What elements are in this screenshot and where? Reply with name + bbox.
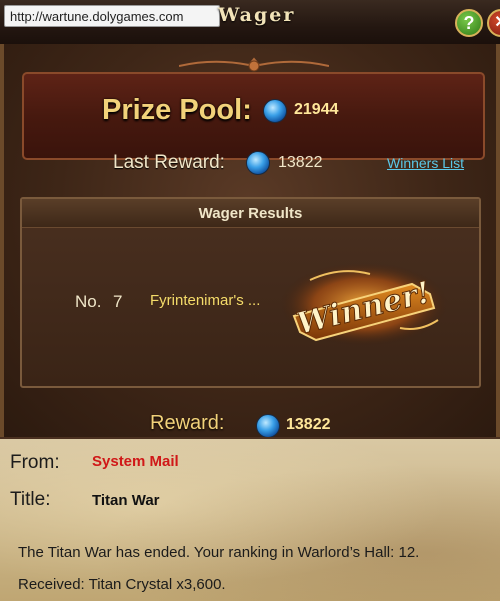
winners-list-link[interactable]: Winners List [387,155,464,171]
title-label: Title: [10,489,51,510]
prize-pool-box [22,72,485,160]
wager-results-title: Wager Results [198,205,303,222]
rank-label: No. [75,292,102,311]
last-reward-label: Last Reward: [113,152,225,173]
ornament-icon [179,57,329,72]
help-button[interactable]: ? [455,9,483,37]
from-value: System Mail [92,453,179,470]
mail-body: The Titan War has ended. Your ranking in… [18,544,420,593]
close-icon: ✕ [494,14,500,31]
rank-value: 7 [113,292,123,311]
wager-results-header: Wager Results [22,199,479,228]
url-label: http://wartune.dolygames.com [4,5,220,27]
title-bar: http://wartune.dolygames.com Wager ? ✕ [0,0,500,45]
winner-name: Fyrintenimar's ... [150,292,261,309]
crystal-icon [246,151,270,175]
last-reward-value: 13822 [278,154,323,171]
close-button[interactable]: ✕ [487,9,500,37]
from-label: From: [10,452,60,473]
title-value: Titan War [92,492,160,509]
help-icon: ? [463,13,475,33]
reward-value: 13822 [286,416,331,433]
prize-pool-value: 21944 [294,101,339,118]
window-title: Wager [218,4,296,26]
crystal-icon [256,414,280,438]
winner-badge-icon: Winner! [280,262,448,346]
prize-pool-label: Prize Pool: [102,94,252,126]
reward-label: Reward: [150,412,225,434]
crystal-icon [263,99,287,123]
